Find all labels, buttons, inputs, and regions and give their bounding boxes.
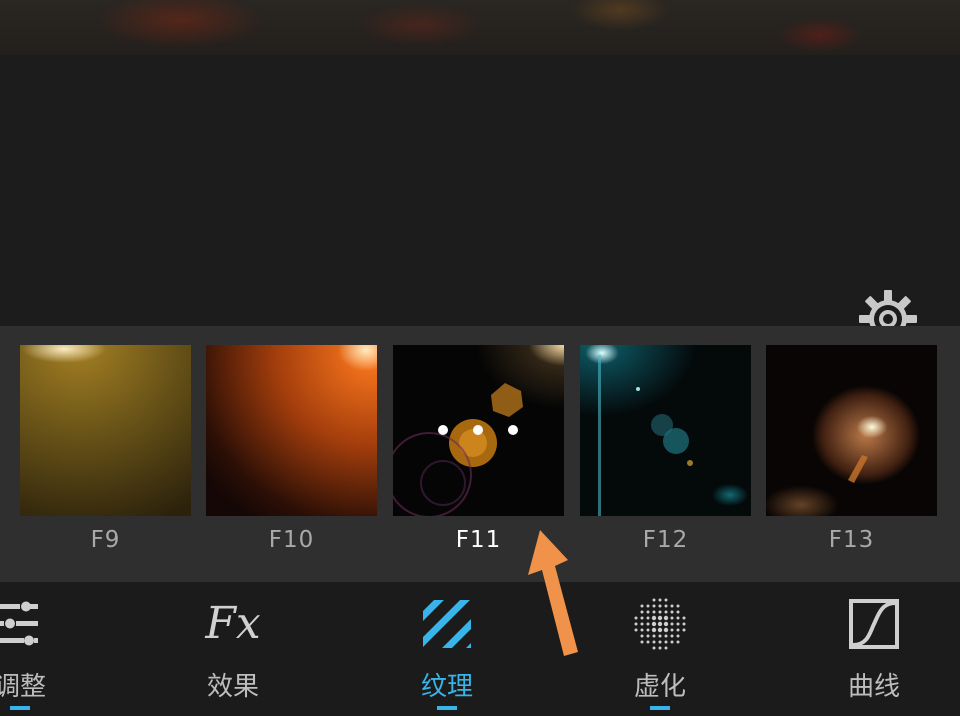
filter-f11-thumbnail [393,345,564,516]
filter-label: F13 [828,527,875,553]
texture-stripes-icon [377,596,517,652]
fx-glyph: Fx [205,598,261,649]
tab-curves[interactable]: 曲线 [804,582,944,716]
filter-label: F10 [268,527,315,553]
tab-label: 曲线 [847,672,900,702]
sliders-icon [0,596,90,652]
dot-indicator [438,425,448,435]
curve-icon [804,596,944,652]
tab-indicator [650,706,670,710]
lens-flare-art [393,383,523,516]
tab-label: 效果 [206,672,259,702]
filter-f13-thumbnail [766,345,937,516]
tab-effects[interactable]: Fx 效果 [163,582,303,716]
filter-f13[interactable]: F13 [766,345,937,553]
filter-f10[interactable]: F10 [206,345,377,553]
filter-f11[interactable]: F11 [393,345,564,553]
tab-blur[interactable]: 虚化 [590,582,730,716]
filter-label: F9 [90,527,121,553]
photo-preview [0,0,960,55]
bottom-toolbar: 调整 Fx 效果 纹理 虚化 曲线 [0,582,960,716]
filter-label: F12 [642,527,689,553]
filter-f9-thumbnail [20,345,191,516]
filter-strip: F9 F10 F11 F12 F13 [0,326,960,582]
tab-indicator [437,706,457,710]
editor-workspace [0,55,960,348]
tab-indicator [10,706,30,710]
tab-adjust[interactable]: 调整 [0,582,90,716]
filter-f10-thumbnail [206,345,377,516]
dot-indicator [508,425,518,435]
tab-texture[interactable]: 纹理 [377,582,517,716]
dot-indicator [473,425,483,435]
fx-icon: Fx [163,596,303,652]
lens-flare-art [598,355,693,516]
filter-f12[interactable]: F12 [580,345,751,553]
filter-label: F11 [455,527,502,553]
filter-f12-thumbnail [580,345,751,516]
blur-dots-graphic [634,598,686,650]
tab-label: 虚化 [633,672,686,702]
tab-label: 纹理 [420,672,473,702]
filter-f9[interactable]: F9 [20,345,191,553]
blur-dots-icon [590,596,730,652]
tab-label: 调整 [0,672,46,702]
lens-flare-art [848,455,868,483]
